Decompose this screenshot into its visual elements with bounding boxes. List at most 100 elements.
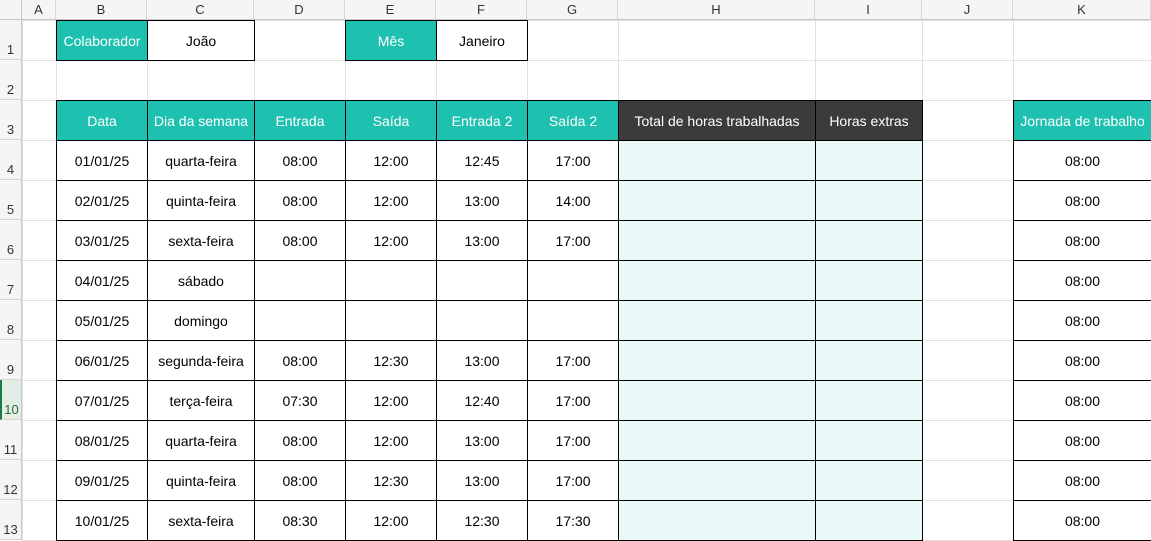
- jornada-cell[interactable]: 08:00: [1013, 220, 1151, 261]
- table-cell[interactable]: 17:00: [527, 420, 619, 461]
- table-cell[interactable]: 12:40: [436, 380, 528, 421]
- table-header-3[interactable]: Saída: [345, 100, 437, 141]
- row-header-12[interactable]: 12: [0, 460, 21, 500]
- row-header-7[interactable]: 7: [0, 260, 21, 300]
- column-header-c[interactable]: C: [147, 0, 254, 19]
- table-cell[interactable]: quinta-feira: [147, 460, 255, 501]
- select-all-corner[interactable]: [0, 0, 22, 19]
- table-cell[interactable]: [815, 180, 923, 221]
- table-cell[interactable]: 12:00: [345, 140, 437, 181]
- column-header-h[interactable]: H: [618, 0, 815, 19]
- table-cell[interactable]: [618, 500, 816, 541]
- table-cell[interactable]: quinta-feira: [147, 180, 255, 221]
- table-cell[interactable]: segunda-feira: [147, 340, 255, 381]
- table-header-7[interactable]: Horas extras: [815, 100, 923, 141]
- table-cell[interactable]: [618, 220, 816, 261]
- column-header-b[interactable]: B: [56, 0, 147, 19]
- table-cell[interactable]: 01/01/25: [56, 140, 148, 181]
- table-cell[interactable]: 17:00: [527, 380, 619, 421]
- table-cell[interactable]: [618, 260, 816, 301]
- table-cell[interactable]: 12:00: [345, 220, 437, 261]
- table-cell[interactable]: 08:00: [254, 220, 346, 261]
- table-cell[interactable]: [815, 380, 923, 421]
- table-cell[interactable]: [345, 260, 437, 301]
- column-header-g[interactable]: G: [527, 0, 618, 19]
- row-header-1[interactable]: 1: [0, 20, 21, 60]
- table-cell[interactable]: 17:00: [527, 220, 619, 261]
- table-cell[interactable]: 07:30: [254, 380, 346, 421]
- table-cell[interactable]: [254, 260, 346, 301]
- row-header-6[interactable]: 6: [0, 220, 21, 260]
- table-cell[interactable]: [436, 260, 528, 301]
- jornada-cell[interactable]: 08:00: [1013, 260, 1151, 301]
- table-header-2[interactable]: Entrada: [254, 100, 346, 141]
- jornada-header[interactable]: Jornada de trabalho: [1013, 100, 1151, 141]
- table-cell[interactable]: [436, 300, 528, 341]
- table-cell[interactable]: sexta-feira: [147, 500, 255, 541]
- table-cell[interactable]: quarta-feira: [147, 140, 255, 181]
- table-header-4[interactable]: Entrada 2: [436, 100, 528, 141]
- table-cell[interactable]: 08:00: [254, 180, 346, 221]
- table-cell[interactable]: 08:00: [254, 420, 346, 461]
- table-cell[interactable]: 04/01/25: [56, 260, 148, 301]
- table-header-6[interactable]: Total de horas trabalhadas: [618, 100, 816, 141]
- table-cell[interactable]: [527, 300, 619, 341]
- mes-label[interactable]: Mês: [345, 20, 437, 61]
- jornada-cell[interactable]: 08:00: [1013, 380, 1151, 421]
- mes-value-cell[interactable]: Janeiro: [436, 20, 528, 61]
- table-cell[interactable]: [618, 380, 816, 421]
- table-cell[interactable]: quarta-feira: [147, 420, 255, 461]
- table-cell[interactable]: 10/01/25: [56, 500, 148, 541]
- table-cell[interactable]: 12:00: [345, 180, 437, 221]
- table-cell[interactable]: [527, 260, 619, 301]
- table-cell[interactable]: [815, 420, 923, 461]
- jornada-cell[interactable]: 08:00: [1013, 460, 1151, 501]
- row-header-8[interactable]: 8: [0, 300, 21, 340]
- jornada-cell[interactable]: 08:00: [1013, 420, 1151, 461]
- table-cell[interactable]: [618, 340, 816, 381]
- row-header-5[interactable]: 5: [0, 180, 21, 220]
- column-header-e[interactable]: E: [345, 0, 436, 19]
- row-header-11[interactable]: 11: [0, 420, 21, 460]
- jornada-cell[interactable]: 08:00: [1013, 500, 1151, 541]
- table-header-1[interactable]: Dia da semana: [147, 100, 255, 141]
- colaborador-value-cell[interactable]: João: [147, 20, 255, 61]
- table-cell[interactable]: [618, 140, 816, 181]
- table-cell[interactable]: [815, 460, 923, 501]
- table-cell[interactable]: 08:00: [254, 140, 346, 181]
- table-cell[interactable]: [618, 460, 816, 501]
- jornada-cell[interactable]: 08:00: [1013, 180, 1151, 221]
- table-cell[interactable]: [815, 340, 923, 381]
- row-header-3[interactable]: 3: [0, 100, 21, 140]
- table-cell[interactable]: 13:00: [436, 460, 528, 501]
- row-header-4[interactable]: 4: [0, 140, 21, 180]
- table-cell[interactable]: 02/01/25: [56, 180, 148, 221]
- table-cell[interactable]: [345, 300, 437, 341]
- table-cell[interactable]: [815, 500, 923, 541]
- table-cell[interactable]: [618, 420, 816, 461]
- jornada-cell[interactable]: 08:00: [1013, 340, 1151, 381]
- table-cell[interactable]: 09/01/25: [56, 460, 148, 501]
- table-cell[interactable]: [254, 300, 346, 341]
- row-header-2[interactable]: 2: [0, 60, 21, 100]
- table-cell[interactable]: 12:30: [345, 460, 437, 501]
- table-cell[interactable]: 13:00: [436, 340, 528, 381]
- table-cell[interactable]: 08:00: [254, 460, 346, 501]
- table-cell[interactable]: [815, 140, 923, 181]
- column-header-f[interactable]: F: [436, 0, 527, 19]
- table-cell[interactable]: 06/01/25: [56, 340, 148, 381]
- row-header-9[interactable]: 9: [0, 340, 21, 380]
- table-cell[interactable]: 07/01/25: [56, 380, 148, 421]
- column-header-i[interactable]: I: [815, 0, 922, 19]
- table-cell[interactable]: 14:00: [527, 180, 619, 221]
- table-cell[interactable]: 12:00: [345, 420, 437, 461]
- column-header-j[interactable]: J: [922, 0, 1013, 19]
- table-cell[interactable]: 12:00: [345, 380, 437, 421]
- table-cell[interactable]: 13:00: [436, 420, 528, 461]
- table-cell[interactable]: [815, 260, 923, 301]
- table-header-5[interactable]: Saída 2: [527, 100, 619, 141]
- table-cell[interactable]: [618, 180, 816, 221]
- table-cell[interactable]: 05/01/25: [56, 300, 148, 341]
- table-cell[interactable]: terça-feira: [147, 380, 255, 421]
- table-cell[interactable]: domingo: [147, 300, 255, 341]
